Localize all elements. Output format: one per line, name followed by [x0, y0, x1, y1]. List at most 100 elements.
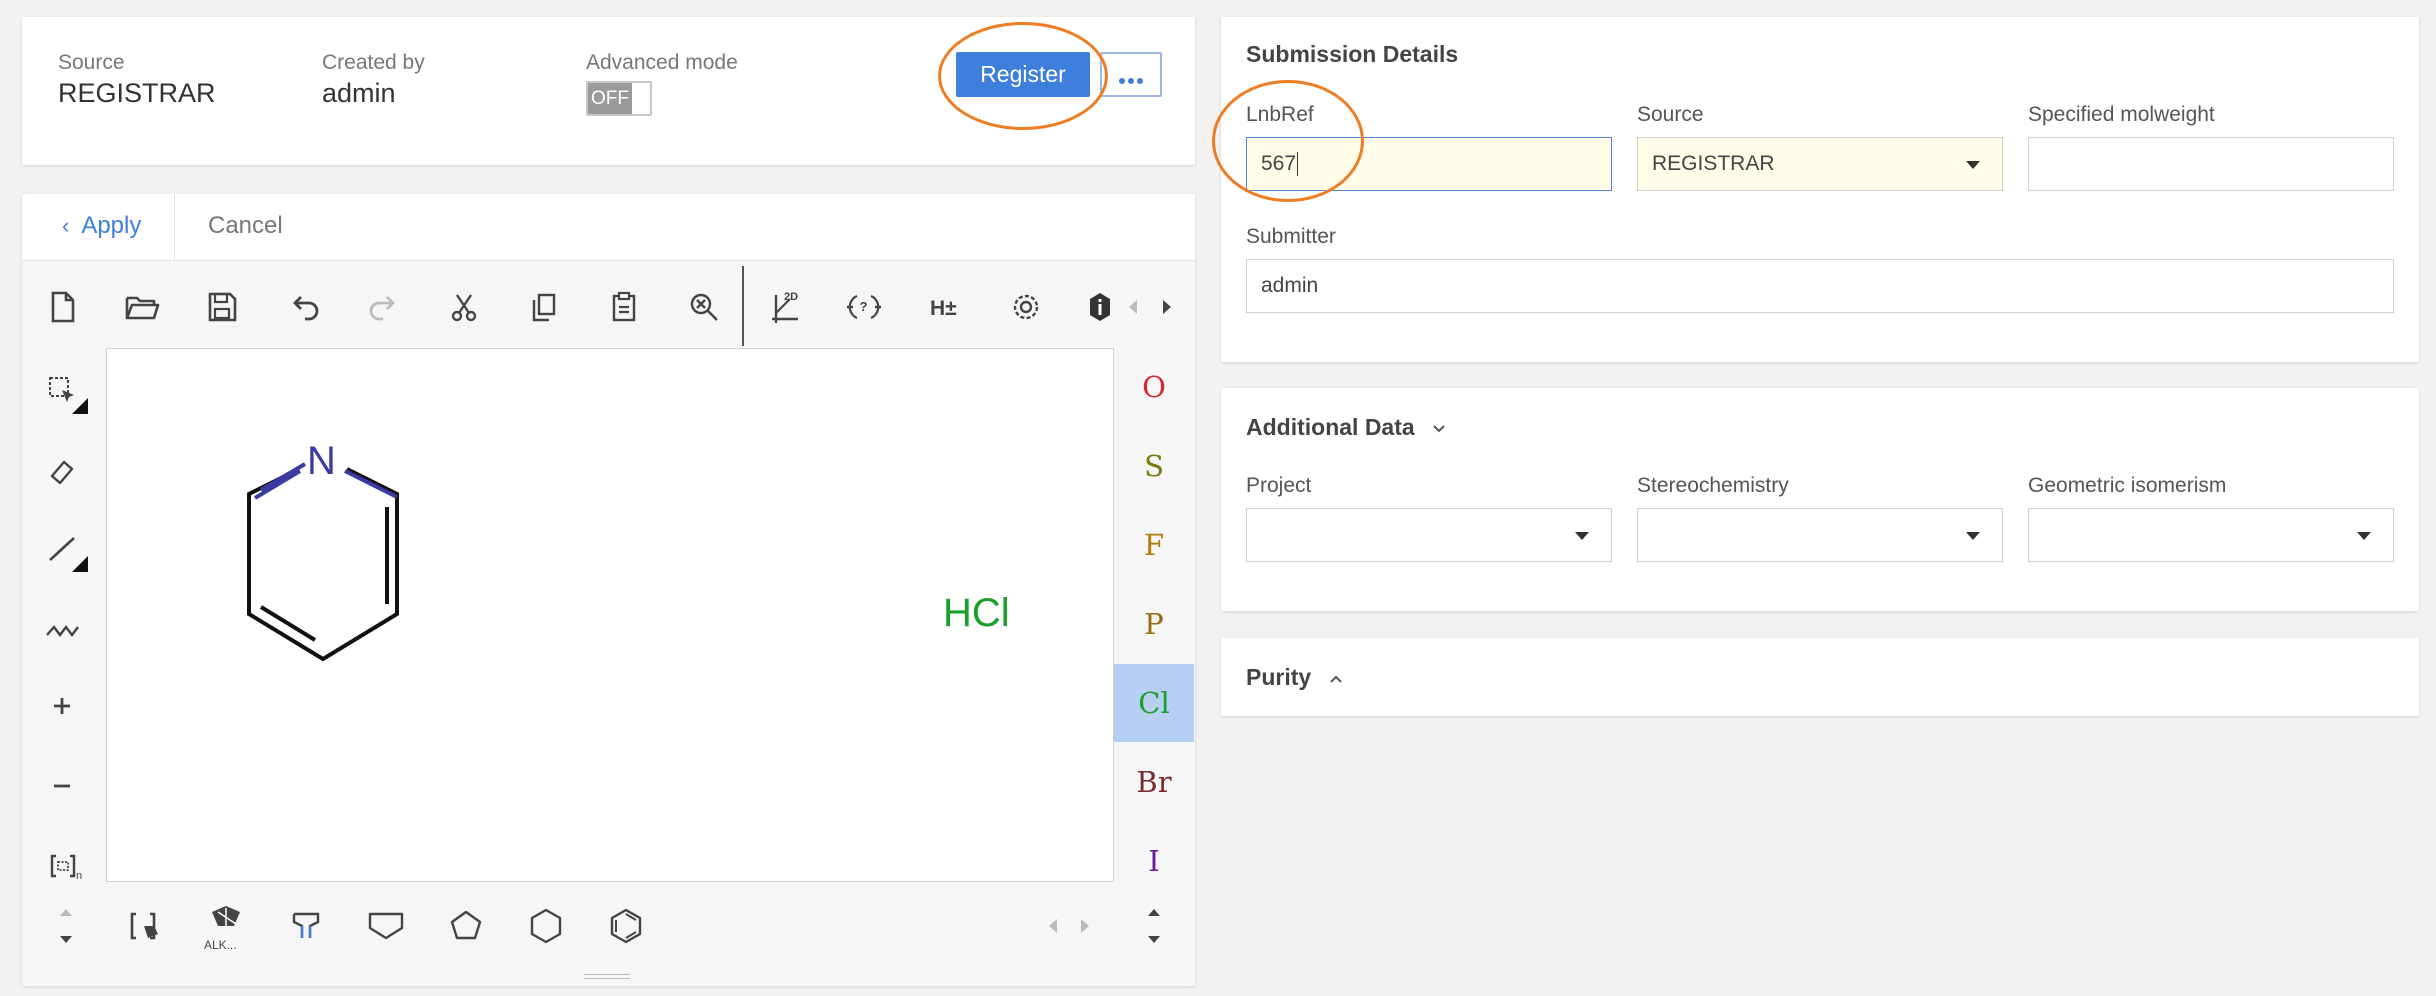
molweight-label: Specified molweight: [2028, 103, 2215, 126]
more-actions-button[interactable]: [1100, 52, 1162, 97]
chain-icon[interactable]: [38, 604, 86, 652]
dropdown-caret-icon: [1575, 532, 1589, 540]
apply-label: Apply: [81, 212, 142, 239]
lnbref-input[interactable]: 567: [1246, 137, 1612, 191]
eraser-icon[interactable]: [38, 446, 86, 494]
stereochemistry-label: Stereochemistry: [1637, 474, 1789, 497]
atom-button-s[interactable]: S: [1114, 427, 1194, 505]
source-value: REGISTRAR: [58, 78, 216, 108]
atom-button-f[interactable]: F: [1114, 506, 1194, 584]
hydrogen-toggle-icon[interactable]: H±: [922, 283, 970, 331]
atom-palette-scroll-down-icon[interactable]: [1144, 934, 1164, 946]
clean-2d-icon[interactable]: 2D: [760, 283, 808, 331]
source-select-value: REGISTRAR: [1652, 152, 1775, 175]
molweight-input[interactable]: [2028, 137, 2394, 191]
atom-button-i[interactable]: I: [1114, 822, 1194, 900]
submitter-value: admin: [1261, 274, 1319, 297]
benzene-icon[interactable]: [602, 902, 650, 950]
save-icon[interactable]: [198, 283, 246, 331]
text-cursor: [1297, 152, 1299, 177]
created-by-label: Created by: [322, 51, 425, 74]
submitter-input[interactable]: admin: [1246, 259, 2394, 313]
drawing-canvas[interactable]: N HCl: [106, 348, 1114, 882]
open-folder-icon[interactable]: [118, 283, 166, 331]
toolbar-scroll-left-icon[interactable]: [1126, 297, 1140, 317]
register-button[interactable]: Register: [956, 52, 1090, 97]
query-atom-icon[interactable]: ?: [840, 283, 888, 331]
project-label: Project: [1246, 474, 1312, 497]
cancel-button[interactable]: Cancel: [208, 212, 283, 240]
copy-icon[interactable]: [520, 283, 568, 331]
purity-header[interactable]: Purity: [1246, 664, 1344, 691]
advanced-mode-meta: Advanced mode OFF: [586, 51, 738, 116]
geometric-isomerism-select[interactable]: [2028, 508, 2394, 562]
hcl-counterion-label[interactable]: HCl: [943, 591, 1010, 636]
lnbref-label: LnbRef: [1246, 103, 1314, 126]
svg-text:2D: 2D: [784, 291, 798, 303]
atom-palette-scroll-up-icon[interactable]: [1144, 906, 1164, 918]
bottom-toolbar-scroll-right-icon[interactable]: [1078, 916, 1092, 936]
advanced-mode-toggle-state: OFF: [588, 83, 632, 114]
structure-editor-card: ‹ Apply Cancel 2D ? H± n N HCl O S F P C…: [22, 194, 1195, 986]
created-by-value: admin: [322, 78, 396, 108]
new-document-icon[interactable]: [38, 283, 86, 331]
settings-gear-icon[interactable]: [1002, 283, 1050, 331]
divider: [174, 194, 175, 260]
apply-button[interactable]: ‹ Apply: [62, 212, 141, 240]
resize-grip[interactable]: [584, 974, 630, 979]
advanced-mode-label: Advanced mode: [586, 51, 738, 74]
cyclopropane-icon[interactable]: [362, 902, 410, 950]
toolbar-scroll-right-icon[interactable]: [1160, 297, 1174, 317]
more-dots-icon: [1128, 78, 1134, 84]
left-toolbar-scroll-up-icon[interactable]: [56, 906, 76, 918]
paste-icon[interactable]: [600, 283, 648, 331]
project-select[interactable]: [1246, 508, 1612, 562]
zoom-clear-icon[interactable]: [680, 283, 728, 331]
charge-plus-icon[interactable]: [38, 682, 86, 730]
left-toolbar-scroll-down-icon[interactable]: [56, 934, 76, 946]
purity-title: Purity: [1246, 664, 1312, 690]
additional-data-title: Additional Data: [1246, 414, 1415, 440]
chevron-up-icon: [1328, 673, 1344, 685]
svg-text:n: n: [76, 870, 82, 882]
submission-details-card: Submission Details LnbRef 567 Source REG…: [1221, 17, 2419, 362]
cyclopentane-icon[interactable]: [442, 902, 490, 950]
info-icon[interactable]: [1082, 283, 1118, 331]
source-select[interactable]: REGISTRAR: [1637, 137, 2003, 191]
dropdown-caret-icon: [1966, 161, 1980, 169]
registration-header-card: Source REGISTRAR Created by admin Advanc…: [22, 17, 1195, 165]
atom-button-br[interactable]: Br: [1114, 743, 1194, 821]
alkyl-template-label: ALK...: [204, 938, 237, 952]
undo-icon[interactable]: [280, 283, 328, 331]
functional-group-icon[interactable]: [282, 902, 330, 950]
source-field-label: Source: [1637, 103, 1704, 126]
bottom-toolbar-scroll-left-icon[interactable]: [1046, 916, 1060, 936]
cut-icon[interactable]: [440, 283, 488, 331]
redo-icon[interactable]: [360, 283, 408, 331]
more-dots-icon: [1137, 78, 1143, 84]
chevron-down-icon: [1431, 423, 1447, 435]
submitter-label: Submitter: [1246, 225, 1336, 248]
atom-button-p[interactable]: P: [1114, 585, 1194, 663]
atom-button-o[interactable]: O: [1114, 348, 1194, 426]
sgroup-bracket-icon[interactable]: n: [42, 842, 90, 890]
atom-button-cl[interactable]: Cl: [1114, 664, 1194, 742]
stereochemistry-select[interactable]: [1637, 508, 2003, 562]
atom-palette: O S F P Cl Br I: [1114, 348, 1194, 908]
created-by-meta: Created by admin: [322, 51, 425, 109]
lnbref-value: 567: [1261, 152, 1297, 175]
charge-minus-icon[interactable]: [38, 762, 86, 810]
template-bracket-icon[interactable]: [122, 902, 170, 950]
chevron-left-icon: ‹: [62, 213, 70, 238]
cyclohexane-icon[interactable]: [522, 902, 570, 950]
submission-details-title: Submission Details: [1246, 41, 1459, 67]
additional-data-header[interactable]: Additional Data: [1246, 414, 1447, 441]
alkyl-template-icon[interactable]: ALK...: [202, 898, 250, 952]
atom-nitrogen-label[interactable]: N: [307, 439, 336, 484]
tool-group-corner: [72, 556, 88, 572]
dropdown-caret-icon: [1966, 532, 1980, 540]
advanced-mode-toggle[interactable]: OFF: [586, 81, 652, 116]
more-dots-icon: [1119, 78, 1125, 84]
dropdown-caret-icon: [2357, 532, 2371, 540]
svg-text:?: ?: [860, 299, 868, 314]
